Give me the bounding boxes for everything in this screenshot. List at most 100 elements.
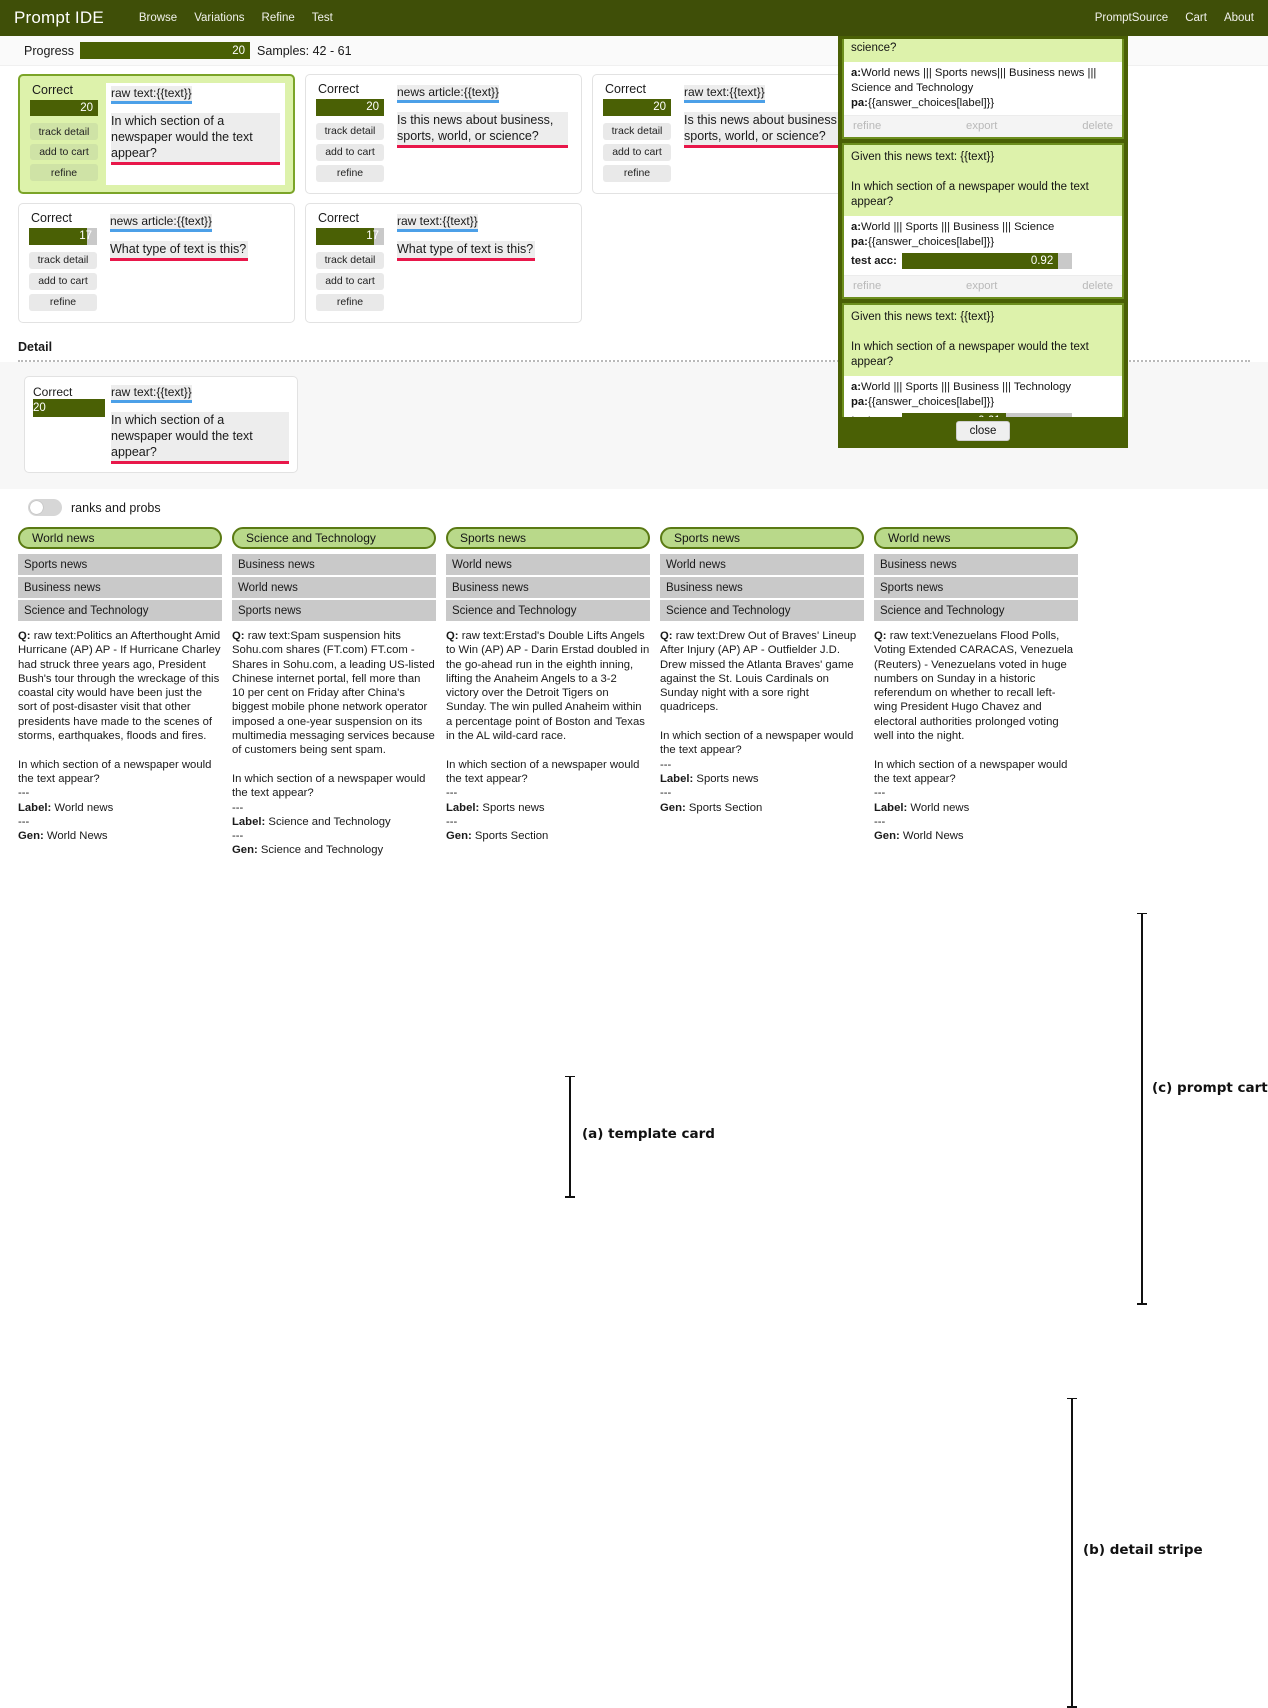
track-detail-button[interactable]: track detail — [316, 123, 384, 140]
nav-variations[interactable]: Variations — [194, 12, 244, 24]
alternative-choice-row[interactable]: Science and Technology — [18, 600, 222, 621]
alternative-choice-row[interactable]: Science and Technology — [660, 600, 864, 621]
track-detail-button[interactable]: track detail — [29, 252, 97, 269]
ranks-probs-toggle-row: ranks and probs — [0, 489, 1268, 523]
template-card[interactable]: Correct 17 track detail add to cart refine ra… — [305, 203, 582, 323]
nav-browse[interactable]: Browse — [139, 12, 177, 24]
delete-action[interactable]: delete — [1082, 280, 1113, 292]
stripe-column: Sports news World newsBusiness newsScienc… — [446, 527, 650, 858]
app-header: Prompt IDE Browse Variations Refine Test… — [0, 0, 1268, 36]
template-card-left: Correct20track detailadd to cartrefine — [28, 83, 100, 185]
source-template: news article:{{text}} — [397, 85, 499, 103]
alternative-choice-row[interactable]: Sports news — [232, 600, 436, 621]
prediction-pill[interactable]: Science and Technology — [232, 527, 436, 549]
export-action[interactable]: export — [966, 280, 997, 292]
test-acc-label: test acc: — [851, 255, 897, 267]
correct-score-meter: 17 — [316, 228, 384, 245]
template-card-left: Correct20track detailadd to cartrefine — [314, 82, 386, 186]
correct-score-meter: 20 — [603, 99, 671, 116]
nav-cart[interactable]: Cart — [1185, 12, 1207, 24]
prompt-cart-panel: science?a:World news ||| Sports news||| … — [838, 36, 1128, 448]
annotation-label-c: (c) prompt cart — [1152, 1080, 1268, 1096]
app-title: Prompt IDE — [14, 8, 104, 28]
nav-test[interactable]: Test — [312, 12, 333, 24]
template-card[interactable]: Correct17track detailadd to cartrefinene… — [18, 203, 295, 323]
export-action[interactable]: export — [966, 120, 997, 132]
alternative-choice-row[interactable]: Sports news — [18, 554, 222, 575]
nav-about[interactable]: About — [1224, 12, 1254, 24]
cart-item-pa: pa:{{answer_choices[label]}} — [851, 235, 1115, 250]
track-detail-button[interactable]: track detail — [603, 123, 671, 140]
nav-refine[interactable]: Refine — [262, 12, 295, 24]
delete-action[interactable]: delete — [1082, 120, 1113, 132]
correct-score-value: 20 — [30, 100, 98, 116]
cart-item[interactable]: Given this news text: {{text}} In which … — [842, 303, 1124, 417]
alternative-choice-row[interactable]: World news — [232, 577, 436, 598]
test-acc-value: 0.92 — [902, 253, 1058, 269]
track-detail-button[interactable]: track detail — [30, 123, 98, 140]
template-card-body: raw text:{{text}}What type of text is th… — [392, 211, 573, 315]
refine-action[interactable]: refine — [853, 120, 881, 132]
add-to-cart-button[interactable]: add to cart — [30, 144, 98, 161]
detail-card[interactable]: Correct 20 raw text:{{text}} In which se… — [24, 376, 298, 473]
refine-button[interactable]: refine — [316, 294, 384, 311]
refine-action[interactable]: refine — [853, 280, 881, 292]
progress-meter: 20 — [80, 42, 250, 59]
alternative-choice-row[interactable]: Business news — [660, 577, 864, 598]
stripe-column: World news Sports newsBusiness newsScienc… — [18, 527, 222, 858]
prediction-pill[interactable]: Sports news — [660, 527, 864, 549]
ranks-and-probs-label: ranks and probs — [71, 501, 161, 515]
detail-correct-label: Correct — [33, 385, 105, 399]
refine-button[interactable]: refine — [603, 165, 671, 182]
template-card[interactable]: Correct20track detailadd to cartrefinera… — [592, 74, 869, 194]
source-template: raw text:{{text}} — [397, 214, 478, 232]
add-to-cart-button[interactable]: add to cart — [316, 144, 384, 161]
detail-card-left: Correct 20 — [33, 385, 105, 464]
detail-score-value: 20 — [33, 399, 51, 417]
alternative-choice-row[interactable]: Science and Technology — [874, 600, 1078, 621]
alternative-choice-row[interactable]: Sports news — [874, 577, 1078, 598]
add-to-cart-button[interactable]: add to cart — [29, 273, 97, 290]
correct-label: Correct — [314, 211, 359, 225]
ranks-and-probs-toggle[interactable] — [28, 499, 62, 516]
track-detail-button[interactable]: track detail — [316, 252, 384, 269]
alternative-choice-row[interactable]: Business news — [18, 577, 222, 598]
cart-item-answers: a:World ||| Sports ||| Business ||| Tech… — [851, 380, 1115, 395]
prompt-cart-items: science?a:World news ||| Sports news||| … — [842, 39, 1124, 417]
prediction-pill[interactable]: Sports news — [446, 527, 650, 549]
alternative-choice-row[interactable]: Business news — [874, 554, 1078, 575]
template-card[interactable]: Correct20track detailadd to cartrefinene… — [305, 74, 582, 194]
cart-item-prompt-text: science? — [844, 39, 1122, 62]
cart-item-pa: pa:{{answer_choices[label]}} — [851, 96, 1115, 111]
refine-button[interactable]: refine — [316, 165, 384, 182]
alternative-choice-row[interactable]: Business news — [446, 577, 650, 598]
cart-item[interactable]: Given this news text: {{text}} In which … — [842, 143, 1124, 299]
alternative-choice-row[interactable]: Science and Technology — [446, 600, 650, 621]
refine-button[interactable]: refine — [29, 294, 97, 311]
close-button[interactable]: close — [956, 421, 1011, 441]
prediction-pill[interactable]: World news — [18, 527, 222, 549]
add-to-cart-button[interactable]: add to cart — [316, 273, 384, 290]
cart-item-pa: pa:{{answer_choices[label]}} — [851, 395, 1115, 410]
template-card[interactable]: Correct20track detailadd to cartrefinera… — [18, 74, 295, 194]
test-acc-meter: 0.92 — [902, 253, 1072, 269]
template-card-body: raw text:{{text}}Is this news about busi… — [679, 82, 860, 186]
cart-item-prompt-text: Given this news text: {{text}} In which … — [844, 305, 1122, 376]
template-card-body: raw text:{{text}}In which section of a n… — [106, 83, 285, 185]
toggle-knob — [30, 501, 43, 514]
template-card-left: Correct 17 track detail add to cart refine — [314, 211, 386, 315]
cart-item[interactable]: science?a:World news ||| Sports news||| … — [842, 39, 1124, 139]
alternative-choice-row[interactable]: World news — [446, 554, 650, 575]
nav-promptsource[interactable]: PromptSource — [1095, 12, 1169, 24]
add-to-cart-button[interactable]: add to cart — [603, 144, 671, 161]
source-template: raw text:{{text}} — [684, 85, 765, 103]
correct-score-value: 17 — [29, 228, 97, 245]
prediction-pill[interactable]: World news — [874, 527, 1078, 549]
correct-label: Correct — [27, 211, 72, 225]
alternative-choice-row[interactable]: Business news — [232, 554, 436, 575]
correct-score-meter: 20 — [316, 99, 384, 116]
alternative-choice-row[interactable]: World news — [660, 554, 864, 575]
cart-item-answers: a:World ||| Sports ||| Business ||| Scie… — [851, 220, 1115, 235]
detail-stripe: World newsSports newsBusiness newsScienc… — [0, 523, 1268, 858]
refine-button[interactable]: refine — [30, 164, 98, 181]
